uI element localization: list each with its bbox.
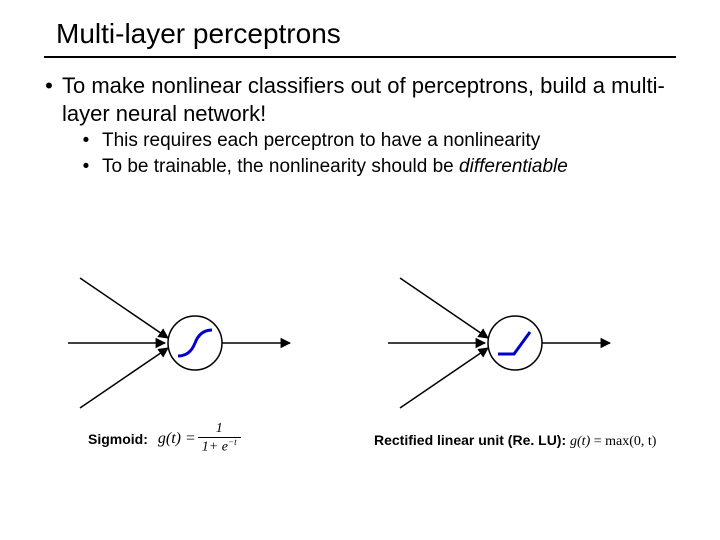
sigmoid-formula: g(t) = 1 1+ e−t (158, 422, 241, 455)
sigmoid-node (68, 278, 290, 408)
bullet-text: To make nonlinear classifiers out of per… (62, 72, 680, 127)
slide-title: Multi-layer perceptrons (0, 0, 720, 56)
sigmoid-label: Sigmoid: (88, 431, 148, 447)
bullet-level2-a: • This requires each perceptron to have … (0, 127, 720, 153)
bullet-dot: • (70, 129, 102, 153)
perceptron-diagrams (0, 258, 720, 438)
bullet-level2-b: • To be trainable, the nonlinearity shou… (0, 153, 720, 179)
relu-node (388, 278, 610, 408)
bullet-dot: • (70, 155, 102, 179)
bullet-text: This requires each perceptron to have a … (102, 129, 540, 153)
relu-caption: Rectified linear unit (Re. LU): g(t) = m… (374, 432, 656, 450)
sigmoid-caption: Sigmoid: g(t) = 1 1+ e−t (88, 422, 241, 455)
bullet-text: To be trainable, the nonlinearity should… (102, 155, 568, 179)
bullet-dot: • (36, 72, 62, 127)
relu-formula: g(t) = max(0, t) (570, 434, 656, 449)
bullet-level1: • To make nonlinear classifiers out of p… (0, 58, 720, 127)
relu-label: Rectified linear unit (Re. LU): (374, 432, 566, 448)
